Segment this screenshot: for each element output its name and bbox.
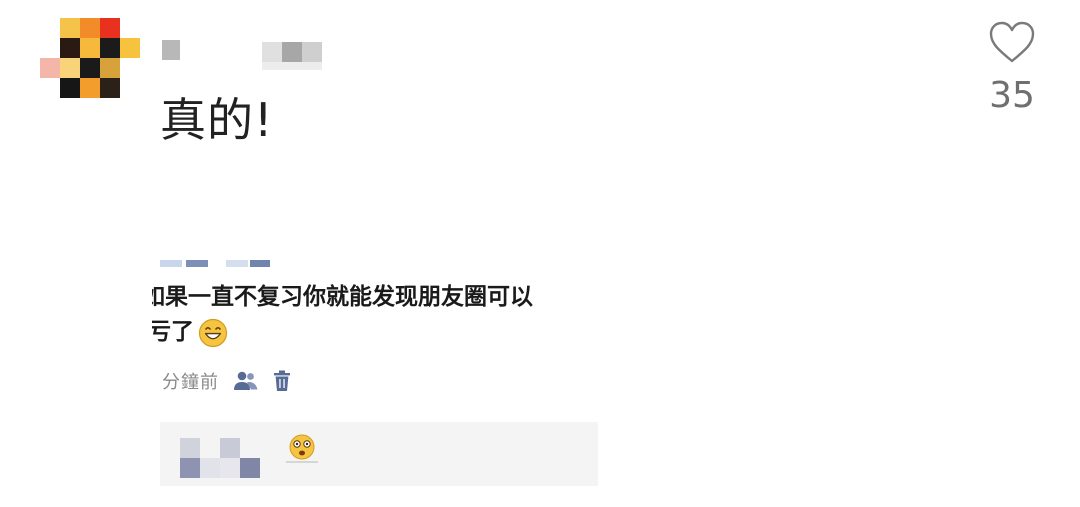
embedded-post-timestamp: 分鐘前 [162,372,219,393]
blur-block [302,42,322,62]
username-blurred[interactable] [162,40,332,70]
embedded-username-blurred [160,260,280,270]
blur-block [282,42,302,62]
embedded-post-meta: 分鐘前 [162,368,291,394]
blur-block [220,438,240,458]
embedded-reply-box [160,422,598,486]
shocked-face-emoji [286,434,318,463]
blur-block [200,458,220,478]
comment-text: 真的! [160,93,274,147]
avatar-pixel [40,58,60,78]
avatar-pixel [80,78,100,98]
like-button[interactable]: 35 [984,20,1040,116]
blur-block [162,40,180,60]
avatar-pixel [80,38,100,58]
blur-block [220,458,240,478]
like-count: 35 [989,75,1035,116]
blur-bar [226,260,248,267]
avatar-pixel [80,58,100,78]
avatar-pixel [60,38,80,58]
avatar-pixel [60,78,80,98]
avatar-pixel [60,18,80,38]
blur-bar [186,260,208,267]
embedded-post-text: 如果一直不复习你就能发现朋友圈可以 亏了 [152,280,612,350]
avatar-pixel [100,78,120,98]
grinning-face-emoji [198,318,228,347]
avatar-pixel [80,18,100,38]
blur-block [180,438,200,458]
avatar-pixel [120,38,140,58]
trash-icon [274,370,290,391]
blur-block [262,42,282,62]
blur-bar [160,260,182,267]
avatar-pixel [100,38,120,58]
people-icon [234,371,258,390]
blur-block [240,458,260,478]
avatar[interactable] [40,18,140,100]
embedded-post-line2: 亏了 [152,319,194,345]
avatar-pixel [60,58,80,78]
embedded-screenshot: 如果一直不复习你就能发现朋友圈可以 亏了 分鐘前 [152,240,612,490]
embedded-post-line1: 如果一直不复习你就能发现朋友圈可以 [152,284,533,310]
embedded-reply-name-blurred [180,438,270,482]
embedded-post-line2-row: 亏了 [152,315,612,350]
heart-outline-icon[interactable] [988,20,1036,64]
blur-block [180,458,200,478]
avatar-pixel [100,18,120,38]
avatar-pixel [100,58,120,78]
blur-bar [250,260,270,267]
blur-block [262,62,322,70]
